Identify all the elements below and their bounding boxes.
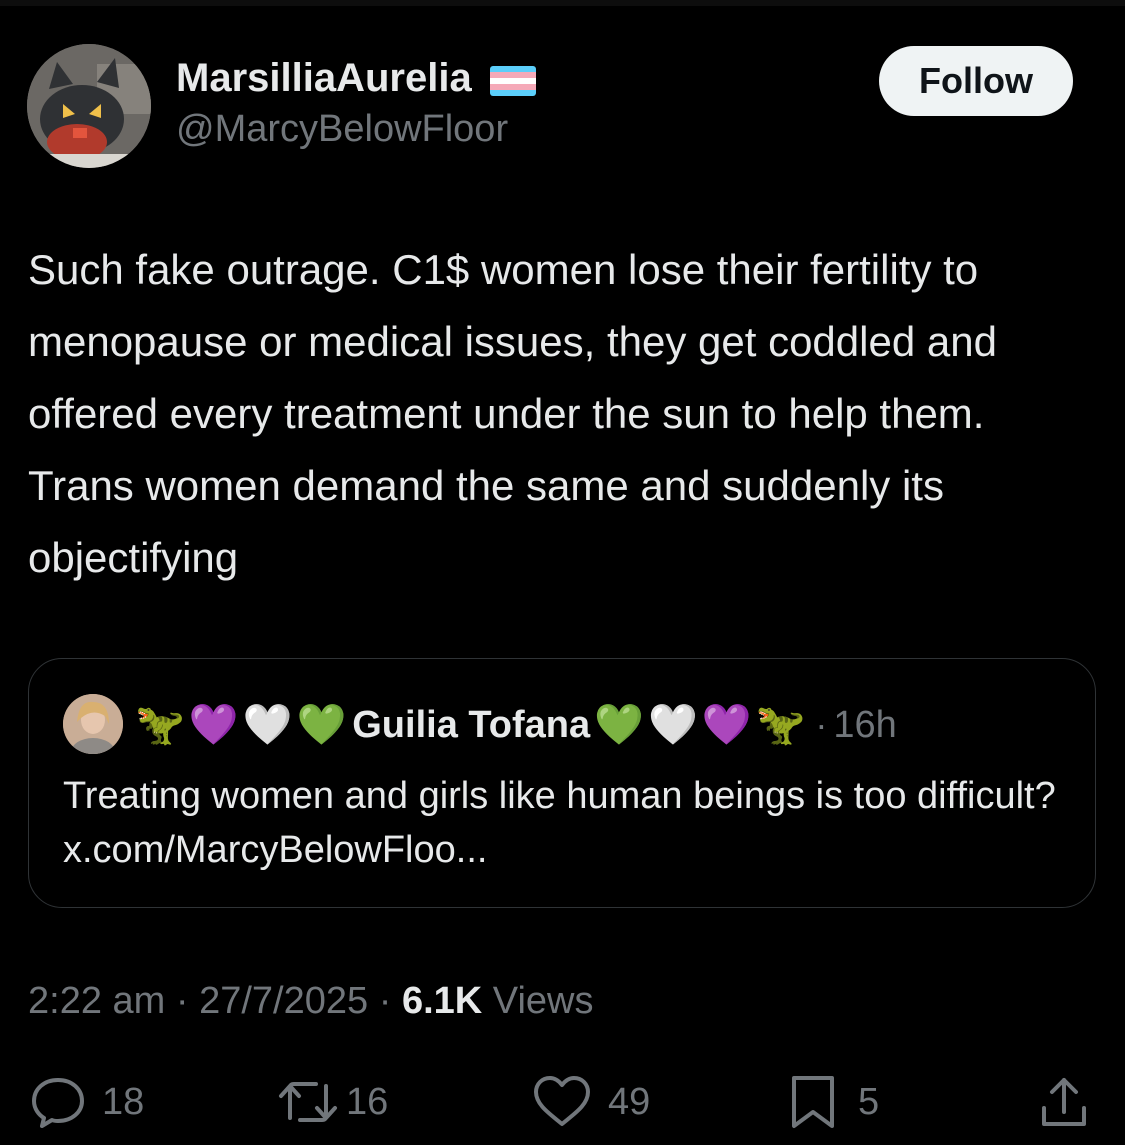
tweet-text: Such fake outrage. C1$ women lose their … [28,246,997,581]
white-heart-emoji-icon: 🤍 [242,703,293,747]
quoted-tweet-card[interactable]: 🦖 💜 🤍 💚 Guilia Tofana 💚 🤍 💜 🦖 · 16h Trea… [28,658,1096,908]
views-count: 6.1K [401,980,483,1022]
cat-avatar-icon [27,44,151,168]
purple-heart-emoji-icon: 💜 [701,703,752,747]
separator-dot: · [815,704,828,745]
author-avatar[interactable] [27,44,151,168]
bookmark-icon [792,1076,834,1128]
dinosaur-emoji-icon: 🦖 [135,703,185,747]
quoted-tweet-text: Treating women and girls like human bein… [63,775,1056,871]
reply-icon [32,1078,84,1128]
transgender-flag-icon [490,66,536,96]
person-avatar-icon [63,694,123,754]
tweet-time[interactable]: 2:22 am [28,980,165,1022]
reply-button[interactable]: 18 [28,1072,144,1132]
top-divider [0,0,1125,6]
quoted-author-avatar[interactable] [63,694,123,754]
separator-dot: · [378,980,392,1022]
tweet-date[interactable]: 27/7/2025 [199,980,368,1022]
dinosaur-emoji-icon: 🦖 [755,703,806,747]
repost-button[interactable]: 16 [276,1072,388,1132]
like-button[interactable]: 49 [530,1072,650,1132]
green-heart-emoji-icon: 💚 [594,703,644,747]
bookmark-count: 5 [858,1080,880,1123]
reply-count: 18 [102,1080,145,1123]
author-display-name[interactable]: MarsilliaAurelia [176,56,472,101]
green-heart-emoji-icon: 💚 [296,703,347,747]
quoted-author-name[interactable]: Guilia Tofana [352,704,590,747]
quoted-tweet-time[interactable]: 16h [833,704,896,747]
author-handle[interactable]: @MarcyBelowFloor [176,108,508,151]
repost-icon [279,1082,337,1122]
bookmark-button[interactable]: 5 [788,1072,879,1132]
share-button[interactable] [1036,1072,1092,1132]
follow-button[interactable]: Follow [879,46,1073,116]
purple-heart-emoji-icon: 💜 [188,703,239,747]
white-heart-emoji-icon: 🤍 [647,703,698,747]
views-label: Views [492,980,594,1022]
heart-icon [534,1076,590,1126]
share-icon [1042,1078,1086,1126]
separator-dot: · [175,980,189,1022]
like-count: 49 [608,1080,651,1123]
repost-count: 16 [346,1080,389,1123]
quoted-tweet-header: 🦖 💜 🤍 💚 Guilia Tofana 💚 🤍 💜 🦖 · 16h [135,697,897,753]
tweet-meta: 2:22 am · 27/7/2025 · 6.1K Views [28,980,593,1023]
